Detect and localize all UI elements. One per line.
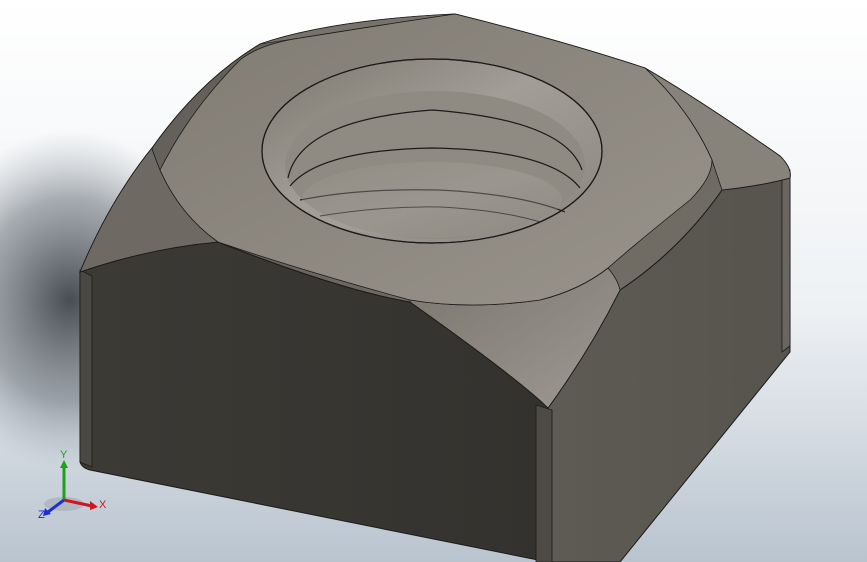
nut-right-edge [781, 158, 791, 353]
model-view[interactable] [0, 0, 867, 562]
threaded-hole [261, 58, 603, 244]
z-axis-label: Z [38, 509, 45, 521]
reference-triad[interactable]: Y X Z [36, 448, 112, 524]
graphics-viewport[interactable]: Y X Z [0, 0, 867, 562]
x-axis-arrow [90, 501, 98, 510]
nut-left-edge [79, 269, 93, 468]
x-axis-label: X [99, 499, 107, 511]
nut-front-edge [535, 404, 553, 562]
hole-bottom-shade [302, 162, 562, 238]
y-axis-label: Y [60, 449, 68, 461]
y-axis-arrow [60, 460, 68, 468]
